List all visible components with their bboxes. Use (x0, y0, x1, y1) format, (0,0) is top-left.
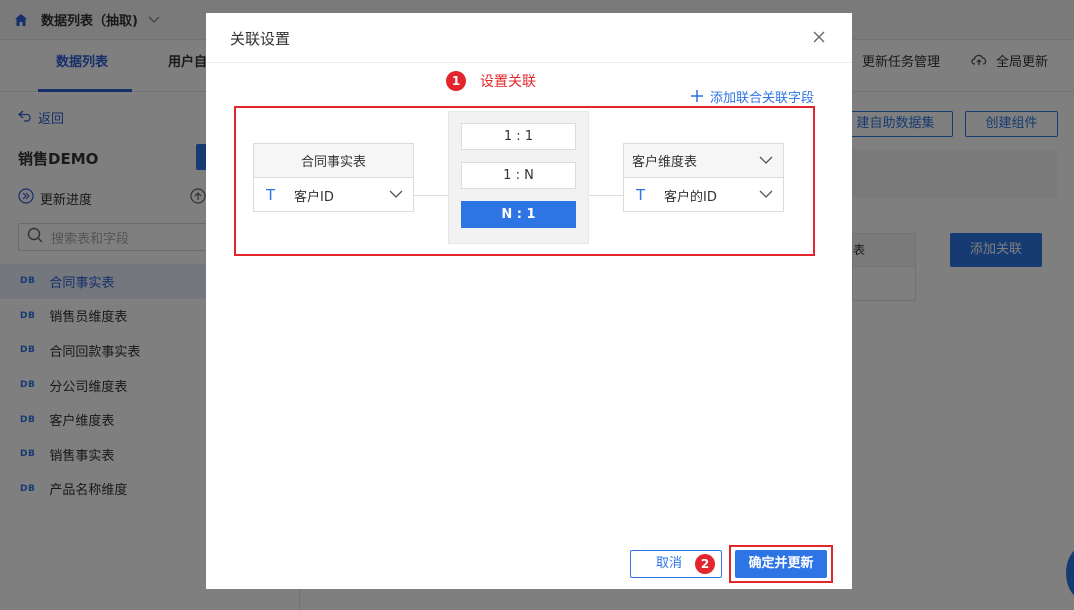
right-table-name: 客户维度表 (632, 155, 698, 170)
modal-title: 关联设置 (230, 30, 291, 48)
left-table-box: 合同事实表 T 客户ID (253, 143, 414, 212)
ratio-option-n-1[interactable]: N : 1 (461, 201, 576, 228)
relation-settings-modal: 关联设置 1 设置关联 添加联合关联字段 合同事实表 T 客户ID 1 : 1 … (206, 13, 852, 589)
step-1-annotation: 1 设置关联 (446, 71, 536, 91)
step-2-badge: 2 (695, 554, 715, 574)
confirm-and-update-button[interactable]: 确定并更新 (735, 550, 827, 578)
chevron-down-icon[interactable] (389, 187, 403, 201)
close-icon[interactable] (812, 30, 826, 44)
add-union-field-label: 添加联合关联字段 (710, 91, 815, 106)
right-field-name: 客户的ID (664, 189, 717, 205)
chevron-down-icon[interactable] (759, 187, 773, 201)
step-1-badge: 1 (446, 71, 466, 91)
plus-icon (690, 89, 704, 105)
ratio-option-1-n[interactable]: 1 : N (461, 162, 576, 189)
ratio-option-1-1[interactable]: 1 : 1 (461, 123, 576, 150)
left-field-select[interactable]: T 客户ID (254, 178, 413, 212)
cardinality-panel: 1 : 1 1 : N N : 1 (448, 111, 589, 244)
add-union-field-link[interactable]: 添加联合关联字段 (690, 87, 814, 106)
step-1-text: 设置关联 (480, 74, 536, 90)
left-table-name: 合同事实表 (254, 144, 413, 178)
connector-line-right (589, 195, 623, 196)
chevron-down-icon[interactable] (759, 153, 773, 167)
text-type-icon: T (636, 186, 646, 204)
right-table-box: 客户维度表 T 客户的ID (623, 143, 784, 212)
right-table-select[interactable]: 客户维度表 (624, 144, 783, 178)
left-field-name: 客户ID (294, 189, 334, 205)
connector-line-left (414, 195, 448, 196)
text-type-icon: T (266, 186, 276, 204)
cancel-label: 取消 (655, 556, 682, 571)
right-field-select[interactable]: T 客户的ID (624, 178, 783, 212)
modal-header: 关联设置 (206, 13, 852, 63)
